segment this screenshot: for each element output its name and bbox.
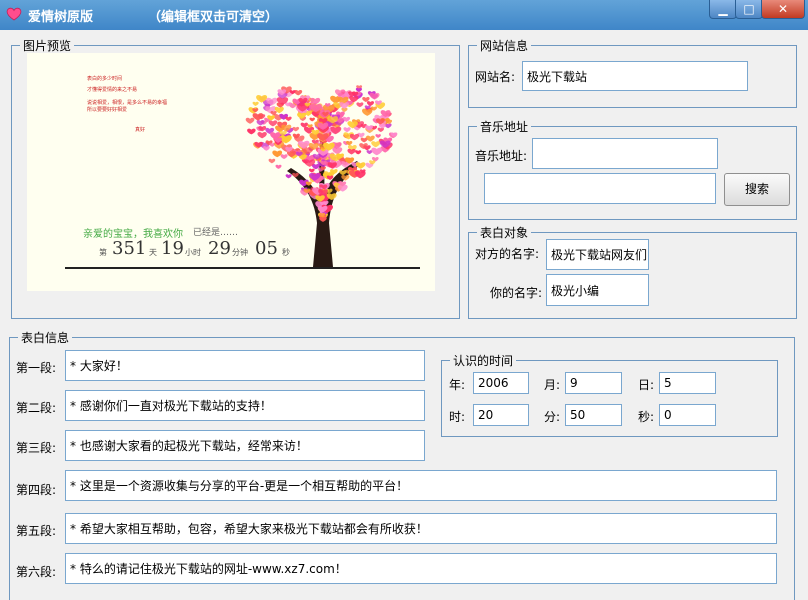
heart-leaf [280,154,288,160]
love-tree-illustration [245,85,398,267]
heart-leaf [377,127,384,132]
your-name-label: 你的名字: [490,286,543,300]
year-input[interactable]: 2006 [473,372,529,394]
heart-leaf [245,117,255,124]
other-name-label: 对方的名字: [475,247,540,261]
window-title: 爱情树原版 [28,10,94,25]
preview-baseline [65,267,420,269]
title-bar: 爱情树原版 （编辑框双击可清空） ▁ □ ✕ [0,0,808,30]
paragraph-2-input[interactable]: * 感谢你们一直对极光下载站的支持！ [65,390,425,421]
paragraph-4-input[interactable]: * 这里是一个资源收集与分享的平台-更是一个相互帮助的平台！ [65,470,777,501]
window-subtitle: （编辑框双击可清空） [148,10,279,25]
heart-leaf [252,101,259,106]
minimize-button[interactable]: ▁ [709,0,737,19]
counter-seconds-unit: 秒 [282,248,290,257]
site-name-label: 网站名: [475,70,516,84]
minute-label: 分: [544,410,561,424]
counter-prefix: 第 [99,248,107,257]
maximize-button[interactable]: □ [735,0,763,19]
month-input[interactable]: 9 [565,372,622,394]
paragraph-5-label: 第五段: [16,524,57,538]
month-label: 月: [544,378,561,392]
site-info-legend: 网站信息 [477,37,532,54]
counter-days-unit: 天 [149,248,157,257]
target-legend: 表白对象 [477,224,532,241]
day-input[interactable]: 5 [659,372,716,394]
hour-label: 时: [449,410,466,424]
heart-leaf [371,141,381,148]
heart-leaf [343,127,351,133]
counter-seconds: 05 [255,238,278,259]
heart-leaf [375,134,381,138]
second-label: 秒: [638,410,655,424]
search-button[interactable]: 搜索 [724,173,790,206]
music-legend: 音乐地址 [477,118,532,135]
heart-leaf [355,150,362,155]
heart-leaf [272,150,283,158]
confession-legend: 表白信息 [18,329,73,346]
counter-minutes: 29 [208,238,231,259]
heart-leaf [309,117,315,122]
paragraph-4-label: 第四段: [16,483,57,497]
close-button[interactable]: ✕ [761,0,805,19]
paragraph-5-input[interactable]: * 希望大家相互帮助，包容，希望大家来极光下载站都会有所收获！ [65,513,777,544]
time-legend: 认识的时间 [450,352,517,369]
heart-leaf [371,147,383,156]
counter-minutes-unit: 分钟 [232,248,248,257]
paragraph-3-label: 第三段: [16,441,57,455]
heart-leaf [366,101,375,107]
counter-days: 351 [112,238,147,259]
paragraph-1-label: 第一段: [16,361,57,375]
paragraph-6-label: 第六段: [16,565,57,579]
heart-leaf [356,102,364,108]
heart-leaf [355,162,366,169]
preview-already-line: 已经是…… [193,228,239,238]
heart-leaf [308,168,315,173]
heart-leaves [245,85,398,222]
heart-app-icon [6,7,22,21]
music-address-input[interactable] [532,138,718,169]
paragraph-6-input[interactable]: * 特么的请记住极光下载站的网址-www.xz7.com！ [65,553,777,584]
paragraph-1-input[interactable]: * 大家好！ [65,350,425,381]
heart-leaf [268,158,276,164]
second-input[interactable]: 0 [659,404,716,426]
heart-leaf [275,164,282,169]
music-search-input[interactable] [484,173,716,204]
year-label: 年: [449,378,466,392]
day-label: 日: [638,378,655,392]
heart-leaf [256,120,265,126]
paragraph-3-input[interactable]: * 也感谢大家看的起极光下载站，经常来访！ [65,430,425,461]
paragraph-2-label: 第二段: [16,401,57,415]
heart-leaf [247,128,256,135]
heart-leaf [285,116,292,121]
counter-hours: 19 [161,238,184,259]
your-name-input[interactable]: 极光小编 [546,274,649,306]
heart-leaf [285,174,292,179]
site-name-input[interactable]: 极光下载站 [522,61,748,91]
other-name-input[interactable]: 极光下载站网友们 [546,239,649,270]
counter-hours-unit: 小时 [185,248,201,257]
heart-leaf [292,126,300,132]
preview-legend: 图片预览 [20,37,75,54]
minute-input[interactable]: 50 [565,404,622,426]
heart-leaf [366,135,375,142]
heart-leaf [257,131,267,139]
tree-preview-image: 表白的多少时间 才懂得爱情的来之不易 说说相爱，相恨，是多么不易的幸福 所以要要… [27,53,435,291]
music-address-label: 音乐地址: [475,149,528,163]
hour-input[interactable]: 20 [473,404,529,426]
heart-leaf [349,133,360,141]
heart-leaf [268,120,278,127]
